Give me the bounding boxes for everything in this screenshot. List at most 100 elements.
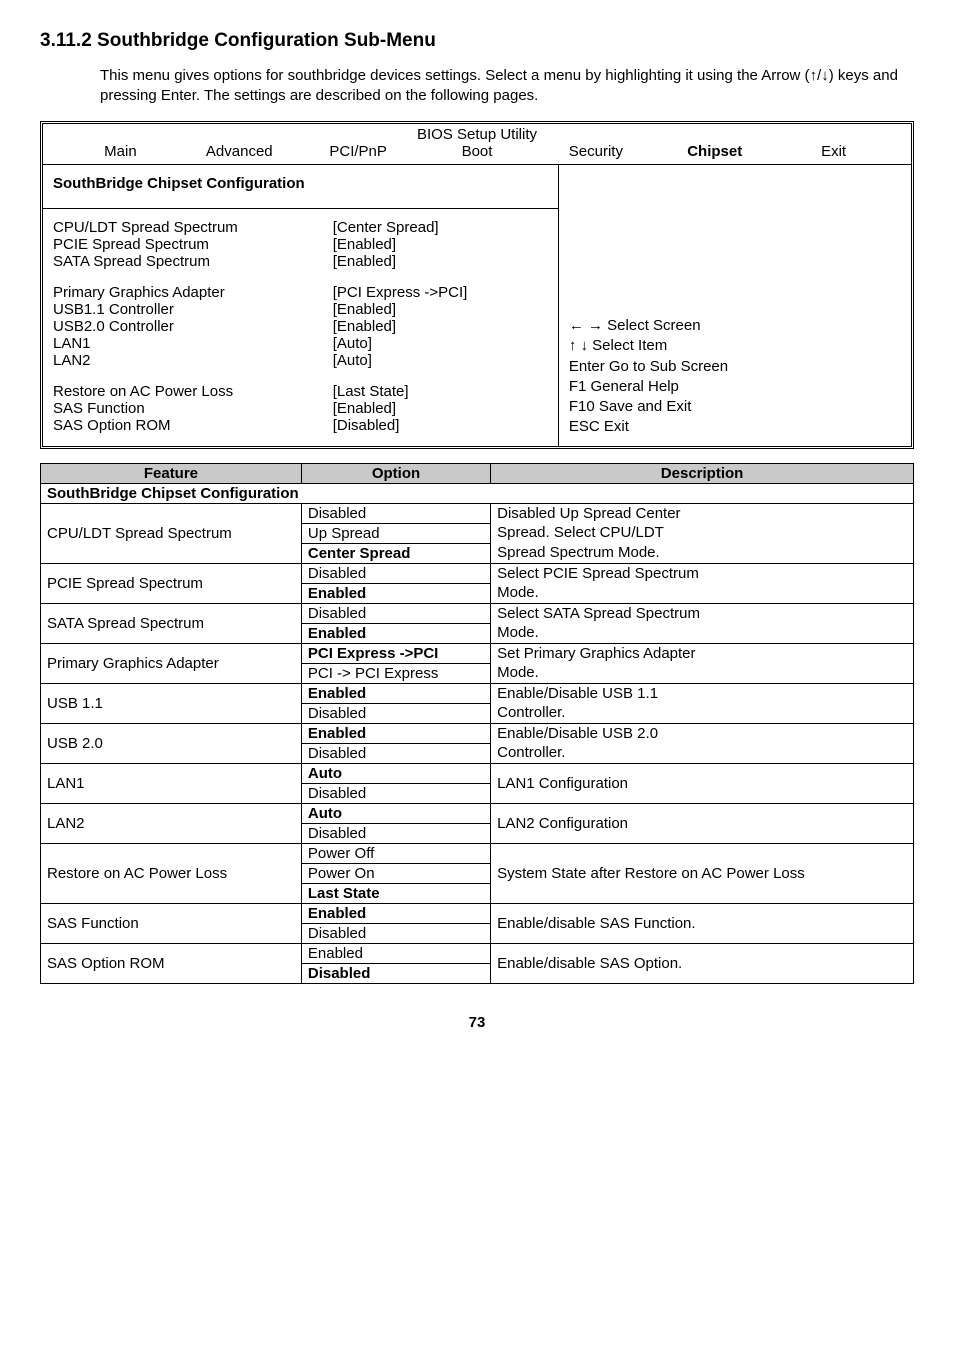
bios-help-line: Enter Go to Sub Screen <box>569 357 901 377</box>
option-cell: Disabled <box>301 503 490 523</box>
bios-setting-value: [Enabled] <box>333 253 548 270</box>
table-row: CPU/LDT Spread SpectrumDisabledDisabled … <box>41 503 914 523</box>
bios-title: BIOS Setup Utility <box>43 124 911 143</box>
option-cell: Disabled <box>301 743 490 763</box>
description-cell: Enable/disable SAS Option. <box>491 943 914 983</box>
bios-help-line: ↑ ↓ Select Item <box>569 336 901 356</box>
bios-setting-row[interactable]: LAN2[Auto] <box>53 352 548 369</box>
description-cell: Mode. <box>491 663 914 683</box>
option-cell: Disabled <box>301 603 490 623</box>
description-cell: Disabled Up Spread Center <box>491 503 914 523</box>
table-row: LAN2AutoLAN2 Configuration <box>41 803 914 823</box>
page-number: 73 <box>40 1014 914 1031</box>
feature-cell: Restore on AC Power Loss <box>41 843 302 903</box>
bios-setting-label: Primary Graphics Adapter <box>53 284 333 301</box>
table-row: LAN1AutoLAN1 Configuration <box>41 763 914 783</box>
feature-cell: USB 1.1 <box>41 683 302 723</box>
feature-cell: CPU/LDT Spread Spectrum <box>41 503 302 563</box>
description-cell: Enable/Disable USB 1.1 <box>491 683 914 703</box>
bios-tabs: Main Advanced PCI/PnP Boot Security Chip… <box>43 143 911 164</box>
option-cell: Power On <box>301 863 490 883</box>
option-cell: Disabled <box>301 563 490 583</box>
description-cell: Select SATA Spread Spectrum <box>491 603 914 623</box>
table-row: Primary Graphics AdapterPCI Express ->PC… <box>41 643 914 663</box>
bios-setting-row[interactable]: Primary Graphics Adapter[PCI Express ->P… <box>53 284 548 301</box>
option-cell: Enabled <box>301 723 490 743</box>
bios-help-line: F1 General Help <box>569 377 901 397</box>
description-cell: Controller. <box>491 703 914 723</box>
option-cell: Disabled <box>301 923 490 943</box>
description-cell: System State after Restore on AC Power L… <box>491 843 914 903</box>
bios-section-title: SouthBridge Chipset Configuration <box>43 165 558 209</box>
bios-setting-row[interactable]: Restore on AC Power Loss[Last State] <box>53 383 548 400</box>
bios-setting-label: PCIE Spread Spectrum <box>53 236 333 253</box>
table-row: USB 1.1EnabledEnable/Disable USB 1.1 <box>41 683 914 703</box>
section-heading: 3.11.2 Southbridge Configuration Sub-Men… <box>40 30 914 52</box>
bios-setting-row[interactable]: SAS Option ROM[Disabled] <box>53 417 548 434</box>
option-cell: Enabled <box>301 903 490 923</box>
feature-cell: PCIE Spread Spectrum <box>41 563 302 603</box>
col-option: Option <box>301 463 490 483</box>
bios-setting-value: [Enabled] <box>333 301 548 318</box>
bios-setting-value: [Enabled] <box>333 236 548 253</box>
option-cell: Auto <box>301 803 490 823</box>
option-cell: Disabled <box>301 963 490 983</box>
feature-cell: SAS Option ROM <box>41 943 302 983</box>
bios-setting-value: [Enabled] <box>333 400 548 417</box>
option-cell: Last State <box>301 883 490 903</box>
option-cell: Enabled <box>301 943 490 963</box>
tab-advanced[interactable]: Advanced <box>180 143 299 160</box>
description-cell: LAN1 Configuration <box>491 763 914 803</box>
bios-help-line: ← → Select Screen <box>569 316 901 336</box>
bios-setting-label: LAN1 <box>53 335 333 352</box>
bios-setting-label: SAS Option ROM <box>53 417 333 434</box>
bios-setting-value: [Enabled] <box>333 318 548 335</box>
option-cell: PCI Express ->PCI <box>301 643 490 663</box>
feature-cell: USB 2.0 <box>41 723 302 763</box>
description-cell: Spread. Select CPU/LDT <box>491 523 914 543</box>
feature-cell: LAN1 <box>41 763 302 803</box>
intro-paragraph: This menu gives options for southbridge … <box>100 66 914 107</box>
option-cell: Disabled <box>301 783 490 803</box>
bios-setting-label: SATA Spread Spectrum <box>53 253 333 270</box>
bios-setting-row[interactable]: LAN1[Auto] <box>53 335 548 352</box>
table-row: SATA Spread SpectrumDisabledSelect SATA … <box>41 603 914 623</box>
option-cell: Enabled <box>301 683 490 703</box>
bios-setting-value: [Auto] <box>333 335 548 352</box>
description-cell: Mode. <box>491 583 914 603</box>
bios-setting-row[interactable]: SATA Spread Spectrum[Enabled] <box>53 253 548 270</box>
tab-main[interactable]: Main <box>61 143 180 160</box>
tab-chipset[interactable]: Chipset <box>655 143 774 160</box>
col-description: Description <box>491 463 914 483</box>
bios-setting-label: LAN2 <box>53 352 333 369</box>
description-cell: Select PCIE Spread Spectrum <box>491 563 914 583</box>
bios-setting-value: [Center Spread] <box>333 219 548 236</box>
bios-setting-row[interactable]: USB1.1 Controller[Enabled] <box>53 301 548 318</box>
bios-setting-row[interactable]: USB2.0 Controller[Enabled] <box>53 318 548 335</box>
description-cell: Enable/disable SAS Function. <box>491 903 914 943</box>
table-row: SAS FunctionEnabledEnable/disable SAS Fu… <box>41 903 914 923</box>
tab-security[interactable]: Security <box>536 143 655 160</box>
option-cell: Up Spread <box>301 523 490 543</box>
tab-pcipnp[interactable]: PCI/PnP <box>299 143 418 160</box>
bios-setting-row[interactable]: PCIE Spread Spectrum[Enabled] <box>53 236 548 253</box>
bios-setting-label: CPU/LDT Spread Spectrum <box>53 219 333 236</box>
description-cell: Enable/Disable USB 2.0 <box>491 723 914 743</box>
bios-setting-row[interactable]: CPU/LDT Spread Spectrum[Center Spread] <box>53 219 548 236</box>
feature-cell: LAN2 <box>41 803 302 843</box>
bios-setup-utility: BIOS Setup Utility Main Advanced PCI/PnP… <box>40 121 914 449</box>
tab-exit[interactable]: Exit <box>774 143 893 160</box>
option-cell: Enabled <box>301 583 490 603</box>
bios-setting-row[interactable]: SAS Function[Enabled] <box>53 400 548 417</box>
feature-cell: SATA Spread Spectrum <box>41 603 302 643</box>
bios-help-panel: ← → Select Screen↑ ↓ Select ItemEnter Go… <box>559 165 911 446</box>
feature-table: Feature Option Description SouthBridge C… <box>40 463 914 984</box>
table-row: SAS Option ROMEnabledEnable/disable SAS … <box>41 943 914 963</box>
description-cell: Spread Spectrum Mode. <box>491 543 914 563</box>
bios-setting-value: [Last State] <box>333 383 548 400</box>
table-row: USB 2.0EnabledEnable/Disable USB 2.0 <box>41 723 914 743</box>
option-cell: Enabled <box>301 623 490 643</box>
tab-boot[interactable]: Boot <box>418 143 537 160</box>
option-cell: Power Off <box>301 843 490 863</box>
feature-cell: Primary Graphics Adapter <box>41 643 302 683</box>
